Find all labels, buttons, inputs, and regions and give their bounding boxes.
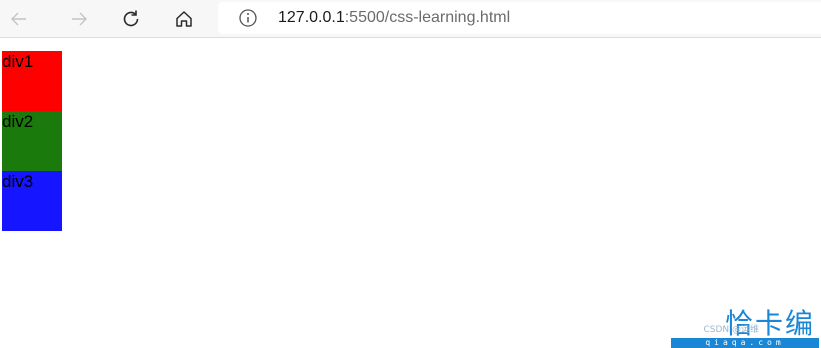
watermark-csdn: CSDN @运维: [703, 325, 759, 335]
refresh-icon[interactable]: [117, 5, 145, 33]
arrow-right-icon[interactable]: [65, 5, 93, 33]
div1-box: div1: [2, 51, 62, 111]
info-icon[interactable]: [238, 8, 258, 28]
url-host: 127.0.0.1: [278, 9, 345, 26]
div2-box: div2: [2, 111, 62, 171]
browser-toolbar: 127.0.0.1:5500/css-learning.html: [0, 0, 821, 38]
address-bar[interactable]: 127.0.0.1:5500/css-learning.html: [218, 2, 821, 34]
arrow-left-icon[interactable]: [5, 5, 33, 33]
watermark: 恰卡编 CSDN @运维 qiaqa.com: [669, 300, 819, 348]
home-icon[interactable]: [170, 5, 198, 33]
watermark-url: qiaqa.com: [671, 338, 819, 348]
div3-box: div3: [2, 171, 62, 231]
url-path: :5500/css-learning.html: [344, 9, 511, 26]
url-text[interactable]: 127.0.0.1:5500/css-learning.html: [278, 8, 510, 28]
